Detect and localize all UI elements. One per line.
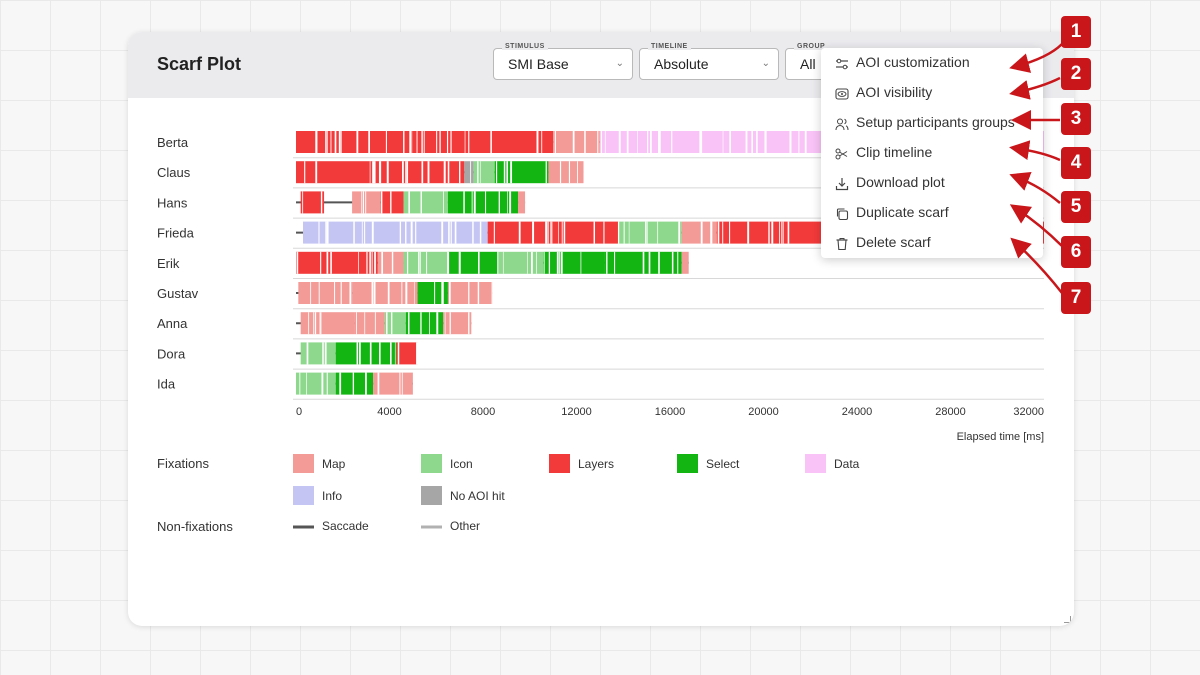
callout-badge-2: 2 [1061,58,1091,90]
callout-arrow-6 [1009,204,1063,247]
callout-arrow-1 [1009,43,1063,73]
callout-badge-7: 7 [1061,282,1091,314]
callout-arrow-7 [1010,237,1063,294]
callout-arrow-4 [1009,140,1061,162]
callout-badge-6: 6 [1061,236,1091,268]
callout-badge-1: 1 [1061,16,1091,48]
callout-arrows [1009,43,1063,294]
callout-badge-3: 3 [1061,103,1091,135]
callout-badge-4: 4 [1061,147,1091,179]
callout-badge-5: 5 [1061,191,1091,223]
callout-arrow-2 [1009,76,1061,100]
callout-arrow-5 [1009,172,1061,204]
